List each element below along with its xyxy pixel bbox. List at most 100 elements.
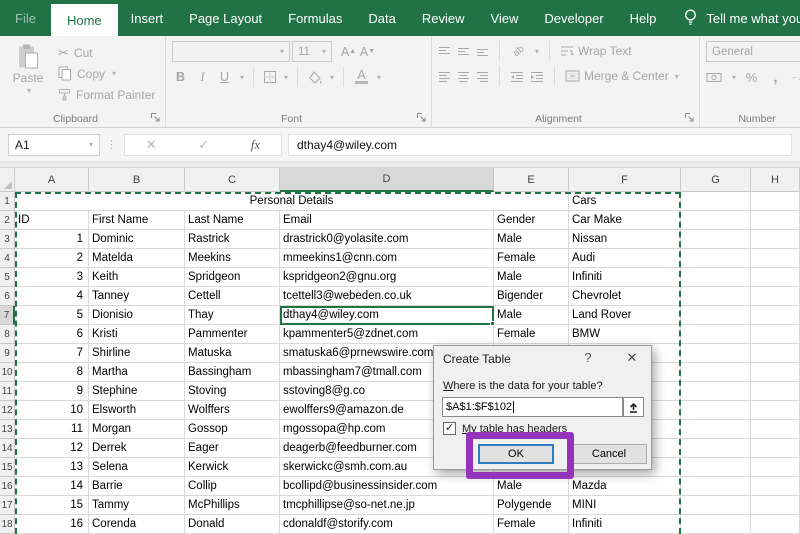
cell-E2[interactable]: Gender (494, 211, 569, 230)
cell-A15[interactable]: 13 (15, 458, 89, 477)
cell-C9[interactable]: Matuska (185, 344, 280, 363)
tab-review[interactable]: Review (409, 0, 478, 36)
cell-B11[interactable]: Stephine (89, 382, 185, 401)
cell-G14[interactable] (681, 439, 751, 458)
cell-D8[interactable]: kpammenter5@zdnet.com (280, 325, 494, 344)
cell-G10[interactable] (681, 363, 751, 382)
row-header-8[interactable]: 8 (0, 325, 15, 344)
cell-C8[interactable]: Pammenter (185, 325, 280, 344)
cell-C4[interactable]: Meekins (185, 249, 280, 268)
cell-B8[interactable]: Kristi (89, 325, 185, 344)
tab-home[interactable]: Home (50, 4, 118, 36)
comma-style-button[interactable]: , (767, 67, 784, 87)
cell-E6[interactable]: Bigender (494, 287, 569, 306)
tab-data[interactable]: Data (355, 0, 408, 36)
number-format-combo[interactable]: General ▾ (706, 41, 800, 62)
cell-A14[interactable]: 12 (15, 439, 89, 458)
align-top-icon[interactable] (438, 46, 451, 57)
column-header-H[interactable]: H (751, 168, 800, 192)
row-header-3[interactable]: 3 (0, 230, 15, 249)
confirm-entry-icon[interactable]: ✓ (198, 137, 209, 153)
cell-F6[interactable]: Chevrolet (569, 287, 681, 306)
cell-F17[interactable]: MINI (569, 496, 681, 515)
cell-C3[interactable]: Rastrick (185, 230, 280, 249)
cell-A13[interactable]: 11 (15, 420, 89, 439)
cell-D6[interactable]: tcettell3@webeden.co.uk (280, 287, 494, 306)
align-right-icon[interactable] (476, 71, 489, 82)
cell-G12[interactable] (681, 401, 751, 420)
select-all-corner[interactable] (0, 168, 15, 192)
tab-formulas[interactable]: Formulas (275, 0, 355, 36)
cell-G2[interactable] (681, 211, 751, 230)
cell-E4[interactable]: Female (494, 249, 569, 268)
cut-button[interactable]: ✂ Cut (58, 43, 155, 62)
ok-button[interactable]: OK (478, 444, 554, 464)
cell-C12[interactable]: Wolffers (185, 401, 280, 420)
row-header-10[interactable]: 10 (0, 363, 15, 382)
cell-F5[interactable]: Infiniti (569, 268, 681, 287)
cell-C17[interactable]: McPhillips (185, 496, 280, 515)
row-header-16[interactable]: 16 (0, 477, 15, 496)
accounting-format-icon[interactable] (706, 71, 723, 84)
cell-E8[interactable]: Female (494, 325, 569, 344)
cell-D4[interactable]: mmeekins1@cnn.com (280, 249, 494, 268)
cell-B16[interactable]: Barrie (89, 477, 185, 496)
cell-A11[interactable]: 9 (15, 382, 89, 401)
cell-C5[interactable]: Spridgeon (185, 268, 280, 287)
font-name-combo[interactable]: ▾ (172, 41, 290, 62)
cell-A17[interactable]: 15 (15, 496, 89, 515)
orientation-icon[interactable]: ab (506, 38, 532, 64)
column-header-F[interactable]: F (569, 168, 681, 192)
cell-G13[interactable] (681, 420, 751, 439)
cell-B4[interactable]: Matelda (89, 249, 185, 268)
align-middle-icon[interactable] (457, 46, 470, 57)
column-header-E[interactable]: E (494, 168, 569, 192)
cell-H10[interactable] (751, 363, 800, 382)
accounting-dropdown-icon[interactable]: ▾ (732, 73, 736, 82)
cell-A8[interactable]: 6 (15, 325, 89, 344)
cell-B3[interactable]: Dominic (89, 230, 185, 249)
cell-E18[interactable]: Female (494, 515, 569, 534)
cell-A6[interactable]: 4 (15, 287, 89, 306)
increase-font-size-button[interactable]: A ▲ (340, 42, 357, 62)
cell-F3[interactable]: Nissan (569, 230, 681, 249)
row-header-7[interactable]: 7 (0, 306, 15, 325)
cell-B15[interactable]: Selena (89, 458, 185, 477)
fill-color-dropdown-icon[interactable]: ▾ (330, 73, 334, 82)
cell-G6[interactable] (681, 287, 751, 306)
cell-B10[interactable]: Martha (89, 363, 185, 382)
cell-C10[interactable]: Bassingham (185, 363, 280, 382)
column-header-B[interactable]: B (89, 168, 185, 192)
insert-function-icon[interactable]: fx (251, 137, 260, 153)
merge-center-button[interactable]: Merge & Center ▾ (565, 69, 679, 83)
cell-B7[interactable]: Dionisio (89, 306, 185, 325)
cell-E3[interactable]: Male (494, 230, 569, 249)
tab-insert[interactable]: Insert (118, 0, 177, 36)
align-bottom-icon[interactable] (476, 46, 489, 57)
cell-G5[interactable] (681, 268, 751, 287)
bold-button[interactable]: B (172, 67, 189, 87)
cell-C15[interactable]: Kerwick (185, 458, 280, 477)
cell-H7[interactable] (751, 306, 800, 325)
cell-G8[interactable] (681, 325, 751, 344)
cell-H6[interactable] (751, 287, 800, 306)
cell-H5[interactable] (751, 268, 800, 287)
column-header-A[interactable]: A (15, 168, 89, 192)
cell-C16[interactable]: Collip (185, 477, 280, 496)
cell-B17[interactable]: Tammy (89, 496, 185, 515)
cell-A10[interactable]: 8 (15, 363, 89, 382)
cancel-entry-icon[interactable]: ✕ (146, 137, 157, 153)
cell-G16[interactable] (681, 477, 751, 496)
cell-H11[interactable] (751, 382, 800, 401)
cell-B12[interactable]: Elsworth (89, 401, 185, 420)
underline-dropdown-icon[interactable]: ▾ (240, 73, 244, 82)
cell-H3[interactable] (751, 230, 800, 249)
cell-D16[interactable]: bcollipd@businessinsider.com (280, 477, 494, 496)
cell-H2[interactable] (751, 211, 800, 230)
tab-help[interactable]: Help (617, 0, 670, 36)
cell-H4[interactable] (751, 249, 800, 268)
column-header-G[interactable]: G (681, 168, 751, 192)
italic-button[interactable]: I (194, 67, 211, 87)
cell-H16[interactable] (751, 477, 800, 496)
cell-D18[interactable]: cdonaldf@storify.com (280, 515, 494, 534)
